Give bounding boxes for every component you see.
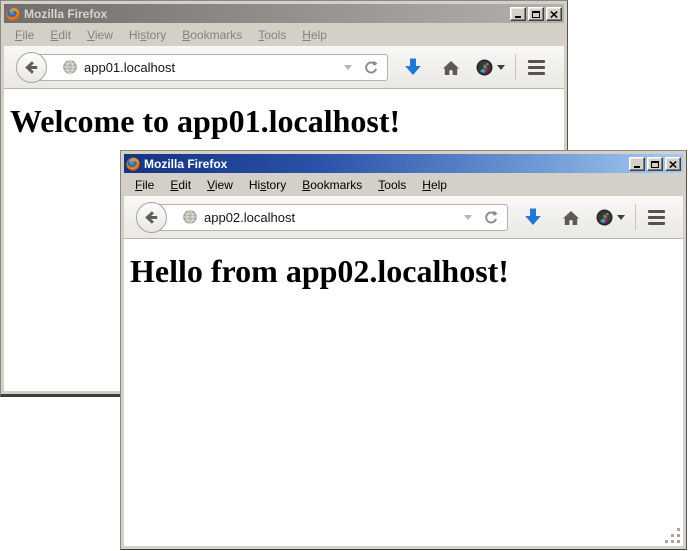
addon-colorwheel-icon[interactable] <box>476 59 505 76</box>
minimize-button[interactable] <box>510 7 526 21</box>
urlbar-group: app02.localhost <box>136 202 508 233</box>
maximize-icon <box>651 161 659 168</box>
addon-dropdown-caret-icon[interactable] <box>617 215 625 220</box>
colorwheel-glyph <box>596 209 613 226</box>
menubar: FileEditViewHistoryBookmarksToolsHelp <box>4 23 564 46</box>
menu-item-history[interactable]: History <box>241 176 294 194</box>
back-button[interactable] <box>136 202 167 233</box>
menu-item-help[interactable]: Help <box>294 26 335 44</box>
hamburger-menu-icon[interactable] <box>648 210 665 225</box>
close-icon <box>669 161 677 168</box>
menu-item-tools[interactable]: Tools <box>370 176 414 194</box>
menu-item-edit[interactable]: Edit <box>42 26 79 44</box>
page-content: Hello from app02.localhost! <box>124 239 683 546</box>
firefox-logo-icon <box>6 7 20 21</box>
minimize-icon <box>515 16 521 18</box>
firefox-logo-icon <box>126 157 140 171</box>
titlebar[interactable]: Mozilla Firefox <box>124 154 683 173</box>
menu-item-tools[interactable]: Tools <box>250 26 294 44</box>
home-icon[interactable] <box>442 59 460 76</box>
navigation-toolbar: app01.localhost <box>4 46 564 89</box>
close-button[interactable] <box>665 157 681 171</box>
hamburger-menu-icon[interactable] <box>528 60 545 75</box>
site-globe-icon[interactable] <box>183 210 197 224</box>
colorwheel-glyph <box>476 59 493 76</box>
menubar: FileEditViewHistoryBookmarksToolsHelp <box>124 173 683 196</box>
reload-icon[interactable] <box>483 209 499 225</box>
urlbar-text[interactable]: app01.localhost <box>84 60 344 75</box>
urlbar-group: app01.localhost <box>16 52 388 83</box>
window-title: Mozilla Firefox <box>144 157 227 171</box>
page-heading: Hello from app02.localhost! <box>130 253 683 290</box>
menu-item-bookmarks[interactable]: Bookmarks <box>174 26 250 44</box>
addon-dropdown-caret-icon[interactable] <box>497 65 505 70</box>
menu-item-view[interactable]: View <box>199 176 241 194</box>
minimize-button[interactable] <box>629 157 645 171</box>
toolbar-separator <box>515 54 516 80</box>
browser-window-app02[interactable]: Mozilla Firefox FileEditViewHistoryBookm… <box>120 150 687 550</box>
maximize-icon <box>532 11 540 18</box>
urlbar[interactable]: app02.localhost <box>151 204 508 231</box>
urlbar[interactable]: app01.localhost <box>31 54 388 81</box>
reload-icon[interactable] <box>363 59 379 75</box>
download-icon[interactable] <box>524 208 542 226</box>
menu-item-file[interactable]: File <box>127 176 162 194</box>
menu-item-view[interactable]: View <box>79 26 121 44</box>
menu-item-bookmarks[interactable]: Bookmarks <box>294 176 370 194</box>
back-arrow-icon <box>23 59 40 76</box>
addon-colorwheel-icon[interactable] <box>596 209 625 226</box>
menu-item-history[interactable]: History <box>121 26 174 44</box>
urlbar-dropdown-icon[interactable] <box>464 215 472 220</box>
menu-item-file[interactable]: File <box>7 26 42 44</box>
close-icon <box>550 11 558 18</box>
menu-item-edit[interactable]: Edit <box>162 176 199 194</box>
urlbar-dropdown-icon[interactable] <box>344 65 352 70</box>
window-title: Mozilla Firefox <box>24 7 107 21</box>
home-icon[interactable] <box>562 209 580 226</box>
site-globe-icon[interactable] <box>63 60 77 74</box>
toolbar-separator <box>635 204 636 230</box>
maximize-button[interactable] <box>647 157 663 171</box>
close-button[interactable] <box>546 7 562 21</box>
urlbar-text[interactable]: app02.localhost <box>204 210 464 225</box>
minimize-icon <box>634 166 640 168</box>
page-heading: Welcome to app01.localhost! <box>10 103 564 140</box>
menu-item-help[interactable]: Help <box>414 176 455 194</box>
back-button[interactable] <box>16 52 47 83</box>
titlebar[interactable]: Mozilla Firefox <box>4 4 564 23</box>
back-arrow-icon <box>143 209 160 226</box>
download-icon[interactable] <box>404 58 422 76</box>
maximize-button[interactable] <box>528 7 544 21</box>
navigation-toolbar: app02.localhost <box>124 196 683 239</box>
resize-grip[interactable] <box>665 528 681 544</box>
